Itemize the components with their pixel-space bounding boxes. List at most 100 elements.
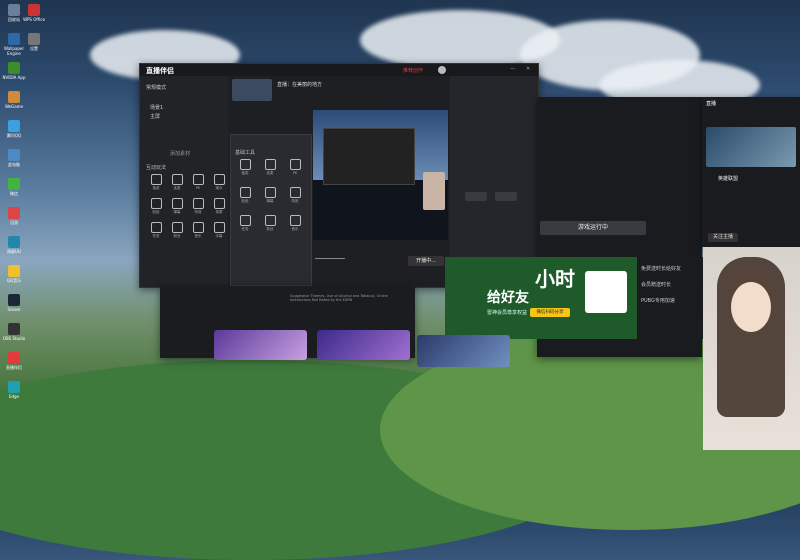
preview-canvas [313, 110, 448, 240]
desktop-icon-label: 腾讯QQ [6, 133, 22, 138]
tool-tile[interactable]: 观众 [207, 172, 231, 192]
desktop-icon[interactable]: 微信 [0, 178, 28, 196]
tool-icon [192, 198, 204, 209]
add-material-button[interactable]: 添加素材 [170, 150, 190, 157]
start-live-button[interactable]: 开播中... [408, 256, 444, 266]
tool-tile[interactable]: 特效 [283, 185, 307, 205]
tool-icon [150, 198, 162, 209]
desktop-icon[interactable]: 迅游 [0, 207, 28, 225]
tool-icon [171, 174, 183, 185]
tool-label: 贴纸 [241, 199, 249, 203]
tool-icon [150, 222, 162, 233]
app-logo: 直播伴侣 [146, 67, 174, 75]
banner-side-item[interactable]: PUBG专用加速 [641, 297, 675, 304]
app-icon [8, 33, 20, 45]
app-icon [8, 178, 20, 190]
app-icon [8, 62, 20, 74]
mode-selector[interactable]: 常规模式 [146, 84, 166, 91]
tool-tile[interactable]: 粉丝 [258, 213, 282, 233]
desktop-icon[interactable]: WeGame [0, 91, 28, 109]
banner-side-item[interactable]: 免费送时长给好友 [641, 265, 681, 272]
preview-webcam [423, 172, 445, 210]
follow-button[interactable]: 关注主播 [708, 233, 738, 242]
room-thumbnail [232, 79, 272, 101]
tool-icon [171, 222, 183, 233]
minimize-icon[interactable]: — [510, 66, 515, 72]
tool-icon [150, 174, 162, 185]
game-mode-button[interactable] [465, 192, 487, 201]
tool-icon [289, 187, 301, 198]
desktop-icon-label: WPS Office [23, 17, 45, 22]
settings-button[interactable] [495, 192, 517, 201]
tool-tile[interactable]: 贴纸 [233, 185, 257, 205]
tool-tile[interactable]: 连麦 [258, 157, 282, 177]
promo-banner: 小时 给好友 雷神会员尊享权益 微信扫码分享 [445, 257, 637, 339]
banner-cta-button[interactable]: 微信扫码分享 [530, 308, 570, 317]
desktop-icon-label: 直播伴侣 [6, 365, 22, 370]
desktop-icon[interactable]: 此电脑 [0, 149, 28, 167]
tool-tile[interactable]: 字幕 [207, 220, 231, 240]
tool-label: 字幕 [215, 234, 223, 238]
desktop-icon[interactable]: 网易UU [0, 236, 28, 254]
desktop-icon[interactable]: QQ音乐 [0, 265, 28, 283]
desktop-icon-label: Steam [7, 307, 21, 312]
app-icon [8, 207, 20, 219]
desktop-icon-label: QQ音乐 [6, 278, 22, 283]
desktop-icon[interactable]: Steam [0, 294, 28, 312]
app-icon [8, 352, 20, 364]
section-tools-1: 基础工具 [235, 150, 256, 156]
tool-tile[interactable]: 弹幕 [258, 185, 282, 205]
tool-label: 连麦 [266, 171, 274, 175]
webcam-overlay [703, 247, 800, 450]
tool-tile[interactable]: PK [283, 157, 307, 177]
tool-tile[interactable]: 录屏 [207, 196, 231, 216]
app-icon [28, 33, 40, 45]
desktop-icon[interactable]: 腾讯QQ [0, 120, 28, 138]
app-icon [8, 4, 20, 16]
game-thumb-2[interactable] [317, 330, 410, 360]
avatar[interactable] [438, 66, 446, 74]
tool-icon [213, 222, 225, 233]
tool-icon [264, 159, 276, 170]
tool-icon [264, 215, 276, 226]
desktop-icon[interactable]: WPS Office [20, 4, 48, 22]
desktop-icon[interactable]: NVIDIA App [0, 62, 28, 80]
tool-label: 观众 [215, 186, 223, 190]
tool-tile[interactable]: 抽奖 [233, 157, 257, 177]
tool-icon [213, 174, 225, 185]
banner-side-item[interactable]: 会员赠送时长 [641, 281, 671, 288]
scene-item[interactable]: 场景1 [150, 104, 163, 111]
desktop-icon-label: 微信 [10, 191, 18, 196]
scene-item[interactable]: 主屏 [150, 113, 160, 120]
tool-icon [289, 159, 301, 170]
app-icon [8, 149, 20, 161]
app-icon [28, 4, 40, 16]
tool-icon [239, 187, 251, 198]
desktop-icon[interactable]: Edge [0, 381, 28, 399]
room-title: 直播：在美丽的地方 [277, 82, 323, 88]
desktop-icon[interactable]: OBS Studio [0, 323, 28, 341]
volume-slider[interactable] [315, 258, 345, 259]
close-icon[interactable]: ✕ [526, 66, 530, 72]
tool-icon [213, 198, 225, 209]
app-icon [8, 120, 20, 132]
tool-tile[interactable]: 音乐 [283, 213, 307, 233]
tool-tile[interactable]: 任务 [233, 213, 257, 233]
qr-code [585, 271, 627, 313]
desktop-icon-label: 迅游 [10, 220, 18, 225]
desktop-icon-label: OBS Studio [2, 336, 26, 341]
desktop-icon[interactable]: 设置 [20, 33, 48, 51]
game-running-button[interactable]: 游戏运行中 [540, 221, 646, 235]
rating-text: Suggestive Themes, Use of Alcohol and To… [290, 294, 388, 302]
tool-icon [289, 215, 301, 226]
tool-popup: 基础工具 抽奖 连麦 PK 贴纸 弹幕 特效任务 粉丝 音乐 [230, 134, 312, 286]
desktop-icon[interactable]: 直播伴侣 [0, 352, 28, 370]
game-thumb-3[interactable] [417, 335, 510, 367]
tool-label: 弹幕 [266, 199, 274, 203]
banner-side-panel: 免费送时长给好友 会员赠送时长 PUBG专用加速 [637, 257, 703, 339]
game-thumb-1[interactable] [214, 330, 307, 360]
live-tab[interactable]: 直播 [706, 100, 716, 107]
recommend-label[interactable]: 推荐创作 [403, 67, 423, 74]
desktop-icon-label: 网易UU [7, 249, 21, 254]
desktop-icon-label: NVIDIA App [2, 75, 26, 80]
